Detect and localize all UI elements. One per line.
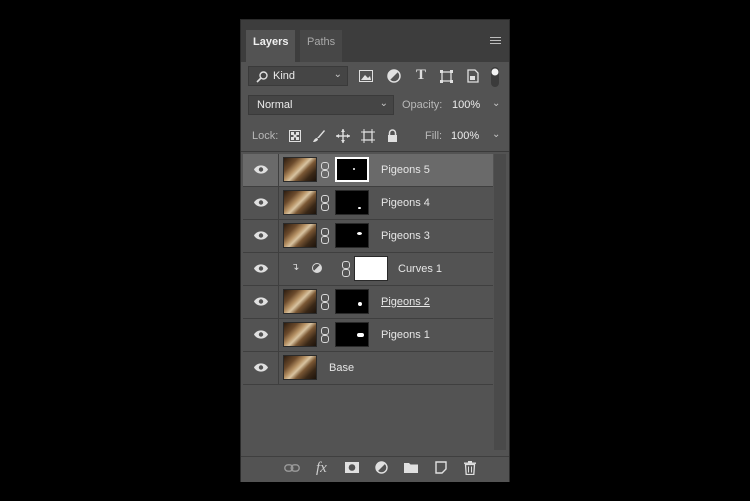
- clipping-mask-icon: ↴: [291, 262, 300, 273]
- kind-filter-select[interactable]: Kind ⌄: [248, 66, 348, 86]
- kind-filter-label: Kind: [273, 70, 296, 82]
- type-filter-icon[interactable]: T: [416, 67, 426, 84]
- adjustment-layer-icon[interactable]: [312, 263, 322, 273]
- lock-all-icon[interactable]: [387, 129, 398, 143]
- visibility-toggle[interactable]: [243, 319, 279, 351]
- eye-icon: [254, 264, 268, 273]
- filter-row: Kind ⌄ T: [248, 66, 504, 88]
- layer-curves-1[interactable]: ↴ Curves 1: [243, 253, 493, 286]
- tab-bar: Layers Paths: [241, 20, 509, 62]
- link-layers-icon[interactable]: [284, 464, 300, 472]
- mask-spot: [357, 333, 364, 337]
- link-chain-icon[interactable]: [321, 162, 329, 178]
- layer-thumbnail[interactable]: [283, 355, 317, 380]
- layer-mask-thumbnail[interactable]: [335, 223, 369, 248]
- chevron-down-icon: ⌄: [333, 69, 342, 80]
- visibility-toggle[interactable]: [243, 352, 279, 384]
- eye-icon: [254, 363, 268, 372]
- layer-name[interactable]: Pigeons 5: [381, 164, 430, 176]
- visibility-toggle[interactable]: [243, 220, 279, 252]
- fill-chevron-icon[interactable]: ⌄: [492, 129, 500, 140]
- link-chain-icon[interactable]: [342, 261, 350, 277]
- layer-thumbnail[interactable]: [283, 223, 317, 248]
- new-layer-icon[interactable]: [435, 461, 447, 474]
- fx-icon[interactable]: fx: [316, 460, 327, 477]
- opacity-input[interactable]: 100%: [452, 99, 480, 111]
- lock-row: Lock: Fill: 100% ⌄: [248, 126, 504, 148]
- layer-name[interactable]: Base: [329, 362, 354, 374]
- layer-name[interactable]: Pigeons 2: [381, 296, 430, 308]
- layer-name[interactable]: Pigeons 4: [381, 197, 430, 209]
- chevron-down-icon: ⌄: [379, 98, 388, 109]
- lock-artboard-icon[interactable]: [361, 129, 375, 143]
- visibility-toggle[interactable]: [243, 154, 279, 186]
- opacity-chevron-icon[interactable]: ⌄: [492, 98, 500, 109]
- lock-position-icon[interactable]: [336, 129, 350, 143]
- divider: [241, 151, 509, 152]
- scrollbar[interactable]: [494, 154, 506, 450]
- mask-spot: [357, 232, 362, 235]
- eye-icon: [254, 198, 268, 207]
- blend-row: Normal ⌄ Opacity: 100% ⌄: [248, 95, 504, 117]
- delete-icon[interactable]: [464, 461, 476, 475]
- layer-thumbnail[interactable]: [283, 157, 317, 182]
- blend-mode-value: Normal: [257, 99, 293, 111]
- blend-mode-select[interactable]: Normal ⌄: [248, 95, 394, 115]
- add-mask-icon[interactable]: [345, 462, 359, 473]
- fill-label: Fill:: [425, 130, 443, 142]
- link-chain-icon[interactable]: [321, 294, 329, 310]
- new-group-icon[interactable]: [404, 462, 418, 473]
- tab-paths[interactable]: Paths: [300, 30, 343, 62]
- layer-mask-thumbnail[interactable]: [335, 190, 369, 215]
- adjustment-filter-icon[interactable]: [387, 69, 401, 83]
- shape-filter-icon[interactable]: [440, 70, 453, 83]
- layer-pigeons-1[interactable]: Pigeons 1: [243, 319, 493, 352]
- layer-pigeons-5[interactable]: Pigeons 5: [243, 154, 493, 187]
- mask-spot: [358, 207, 361, 209]
- layer-name[interactable]: Pigeons 3: [381, 230, 430, 242]
- mask-spot: [353, 168, 355, 170]
- layer-name[interactable]: Pigeons 1: [381, 329, 430, 341]
- smart-object-filter-icon[interactable]: [467, 69, 479, 83]
- fill-input[interactable]: 100%: [451, 130, 479, 142]
- layer-thumbnail[interactable]: [283, 322, 317, 347]
- visibility-toggle[interactable]: [243, 286, 279, 318]
- link-chain-icon[interactable]: [321, 327, 329, 343]
- bottom-toolbar: fx: [241, 456, 509, 482]
- mask-spot: [358, 302, 362, 306]
- eye-icon: [254, 297, 268, 306]
- layer-thumbnail[interactable]: [283, 190, 317, 215]
- visibility-toggle[interactable]: [243, 253, 279, 285]
- link-chain-icon[interactable]: [321, 195, 329, 211]
- tab-layers[interactable]: Layers: [246, 30, 296, 62]
- layer-name[interactable]: Curves 1: [398, 263, 442, 275]
- link-chain-icon[interactable]: [321, 228, 329, 244]
- layer-pigeons-2[interactable]: Pigeons 2: [243, 286, 493, 319]
- layer-mask-thumbnail[interactable]: [354, 256, 388, 281]
- layer-thumbnail[interactable]: [283, 289, 317, 314]
- eye-icon: [254, 231, 268, 240]
- layer-pigeons-4[interactable]: Pigeons 4: [243, 187, 493, 220]
- layer-mask-thumbnail[interactable]: [335, 289, 369, 314]
- layer-pigeons-3[interactable]: Pigeons 3: [243, 220, 493, 253]
- panel-menu-icon[interactable]: [490, 37, 501, 46]
- new-adjustment-icon[interactable]: [375, 461, 388, 474]
- layers-panel: Layers Paths Kind ⌄ T Normal ⌄ Opacity: …: [240, 19, 510, 482]
- layer-mask-thumbnail[interactable]: [335, 157, 369, 182]
- search-icon: [256, 71, 268, 83]
- eye-icon: [254, 330, 268, 339]
- lock-label: Lock:: [252, 130, 279, 142]
- filter-toggle-icon[interactable]: [490, 66, 500, 88]
- lock-image-pixels-icon[interactable]: [312, 129, 326, 143]
- image-filter-icon[interactable]: [359, 70, 373, 82]
- layers-list: Pigeons 5 Pigeons 4 Pigeons 3 ↴ Curves 1…: [243, 154, 493, 385]
- visibility-toggle[interactable]: [243, 187, 279, 219]
- eye-icon: [254, 165, 268, 174]
- lock-transparent-pixels-icon[interactable]: [289, 130, 301, 142]
- opacity-label: Opacity:: [402, 99, 443, 111]
- layer-base[interactable]: Base: [243, 352, 493, 385]
- layer-mask-thumbnail[interactable]: [335, 322, 369, 347]
